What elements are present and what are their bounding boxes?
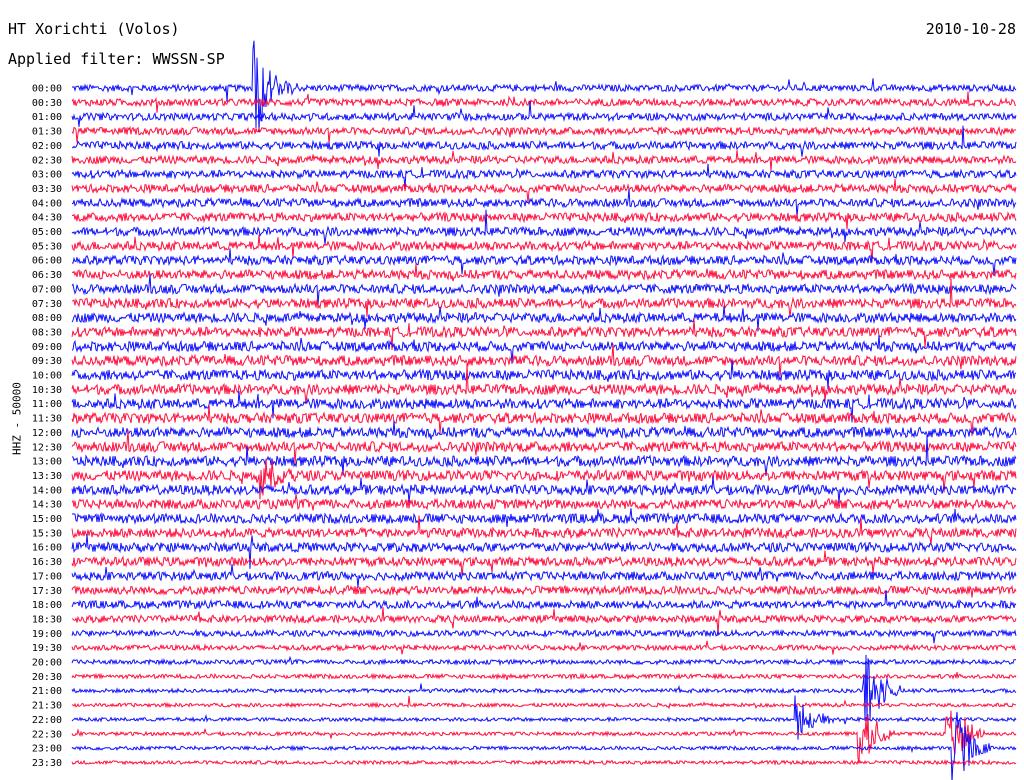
time-label: 00:30 [32,98,62,109]
time-label: 23:30 [32,758,62,769]
time-label: 03:30 [32,184,62,195]
time-label: 07:00 [32,284,62,295]
time-label: 14:30 [32,500,62,511]
trace-line [71,628,1017,644]
trace-line [71,420,1017,440]
time-label: 21:30 [32,701,62,712]
time-label: 09:00 [32,342,62,353]
time-label: 02:00 [32,141,62,152]
time-label: 04:30 [32,213,62,224]
time-label: 06:30 [32,270,62,281]
time-label: 08:00 [32,313,62,324]
time-label: 21:00 [32,686,62,697]
time-label: 17:30 [32,586,62,597]
time-label: 22:30 [32,729,62,740]
trace-line [71,695,1017,710]
trace-line [71,363,1017,405]
time-label: 22:00 [32,715,62,726]
time-label: 06:00 [32,256,62,267]
trace-line [71,404,1017,437]
time-label: 10:00 [32,371,62,382]
helicorder-plot: 00:00 00:30 01:00 01:30 02:00 02:30 03:00 03:30… [32,40,1017,780]
trace-line [71,273,1017,306]
trace-line [71,150,1017,172]
time-label: 16:30 [32,557,62,568]
trace-line [71,711,1017,780]
time-label: 10:30 [32,385,62,396]
trace-line [71,759,1017,766]
time-label: 17:00 [32,571,62,582]
trace-line [71,188,1017,218]
time-label: 15:00 [32,514,62,525]
trace-line [71,695,1017,740]
time-label: 01:30 [32,127,62,138]
time-label: 13:30 [32,471,62,482]
trace-line [71,564,1017,588]
time-labels-group: 00:00 00:30 01:00 01:30 02:00 02:30 03:00 03:30… [32,84,62,769]
time-label: 18:00 [32,600,62,611]
trace-line [71,179,1017,203]
time-label: 13:00 [32,457,62,468]
time-label: 03:00 [32,170,62,181]
trace-line [71,435,1017,476]
time-label: 18:30 [32,614,62,625]
time-label: 11:30 [32,414,62,425]
time-label: 08:30 [32,327,62,338]
time-label: 04:00 [32,198,62,209]
time-label: 01:00 [32,112,62,123]
trace-line [71,458,1017,500]
trace-line [71,710,1017,763]
time-label: 19:30 [32,643,62,654]
time-label: 05:30 [32,241,62,252]
trace-line [72,211,1017,230]
time-label: 00:00 [32,84,62,95]
time-label: 19:00 [32,629,62,640]
trace-line [71,91,1017,113]
trace-line [71,508,1017,527]
time-label: 11:00 [32,399,62,410]
time-label: 14:00 [32,485,62,496]
trace-line [71,263,1017,282]
time-label: 20:00 [32,658,62,669]
time-label: 15:30 [32,528,62,539]
traces-group [71,40,1017,780]
trace-line [71,494,1017,511]
trace-line [71,278,1017,318]
time-label: 20:30 [32,672,62,683]
time-label: 05:00 [32,227,62,238]
time-label: 02:30 [32,155,62,166]
trace-line [71,654,1017,721]
trace-line [71,476,1017,504]
time-label: 23:00 [32,744,62,755]
trace-line [71,584,1017,598]
time-label: 12:30 [32,442,62,453]
trace-line [71,655,1016,667]
trace-line [71,640,1017,655]
time-label: 07:30 [32,299,62,310]
time-label: 12:00 [32,428,62,439]
trace-line [71,125,1017,144]
time-label: 16:00 [32,543,62,554]
time-label: 09:30 [32,356,62,367]
